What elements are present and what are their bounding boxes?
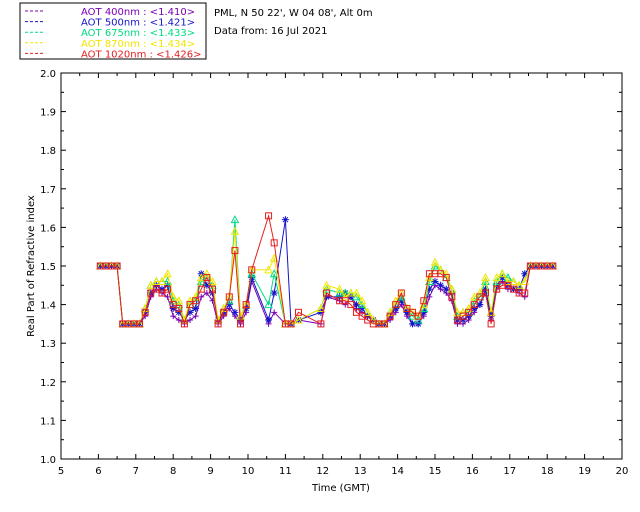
data-point bbox=[231, 308, 239, 316]
y-tick-label: 1.6 bbox=[40, 223, 56, 234]
site-info-text: PML, N 50 22', W 04 08', Alt 0m bbox=[214, 8, 373, 19]
x-tick-label: 18 bbox=[541, 466, 554, 477]
y-tick-label: 1.4 bbox=[40, 301, 56, 312]
x-tick-label: 9 bbox=[207, 466, 213, 477]
y-tick-label: 1.5 bbox=[40, 262, 56, 273]
x-tick-label: 19 bbox=[578, 466, 591, 477]
data-point bbox=[270, 289, 278, 297]
x-tick-label: 5 bbox=[58, 466, 64, 477]
x-tick-label: 7 bbox=[133, 466, 139, 477]
date-info-text: Data from: 16 Jul 2021 bbox=[214, 26, 327, 37]
chart-background bbox=[0, 0, 640, 512]
y-tick-label: 1.7 bbox=[40, 185, 56, 196]
y-tick-label: 1.2 bbox=[40, 378, 56, 389]
x-tick-label: 17 bbox=[503, 466, 516, 477]
x-tick-label: 12 bbox=[316, 466, 329, 477]
y-axis-title: Real Part of Refractive index bbox=[26, 195, 37, 337]
data-point bbox=[265, 316, 273, 324]
y-tick-label: 1.8 bbox=[40, 146, 56, 157]
x-tick-label: 16 bbox=[466, 466, 479, 477]
x-tick-label: 13 bbox=[354, 466, 367, 477]
x-tick-label: 15 bbox=[429, 466, 442, 477]
x-tick-label: 11 bbox=[279, 466, 292, 477]
x-tick-label: 8 bbox=[170, 466, 176, 477]
y-tick-label: 1.1 bbox=[40, 416, 56, 427]
x-tick-label: 14 bbox=[391, 466, 404, 477]
data-point bbox=[437, 281, 445, 289]
legend: AOT 400nm : <1.410>AOT 500nm : <1.421>AO… bbox=[19, 2, 207, 60]
legend-entry: AOT 500nm : <1.421> bbox=[81, 18, 195, 29]
x-tick-label: 10 bbox=[242, 466, 255, 477]
y-tick-label: 1.9 bbox=[40, 108, 56, 119]
legend-entry: AOT 870nm : <1.434> bbox=[81, 39, 195, 50]
legend-entry: AOT 400nm : <1.410> bbox=[81, 7, 195, 18]
y-tick-label: 1.0 bbox=[40, 455, 56, 466]
x-tick-label: 20 bbox=[616, 466, 629, 477]
y-tick-label: 2.0 bbox=[40, 69, 56, 80]
refractive-index-chart: AOT 400nm : <1.410>AOT 500nm : <1.421>AO… bbox=[0, 0, 640, 512]
y-tick-label: 1.3 bbox=[40, 339, 56, 350]
legend-entry: AOT 675nm : <1.433> bbox=[81, 28, 195, 39]
x-tick-label: 6 bbox=[95, 466, 101, 477]
x-axis-title: Time (GMT) bbox=[311, 483, 370, 494]
data-point bbox=[281, 216, 289, 224]
legend-entry: AOT 1020nm : <1.426> bbox=[81, 49, 201, 60]
